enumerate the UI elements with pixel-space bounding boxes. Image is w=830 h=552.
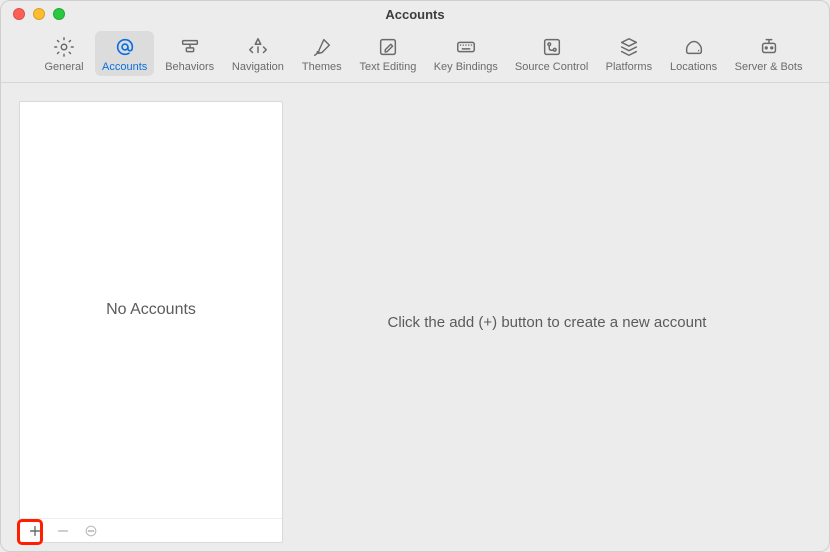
robot-icon (758, 35, 780, 59)
accounts-list-panel: No Accounts (19, 101, 283, 543)
tab-behaviors[interactable]: Behaviors (158, 31, 221, 76)
stack-icon (618, 35, 640, 59)
tab-label: Key Bindings (434, 61, 498, 73)
tab-text-editing[interactable]: Text Editing (353, 31, 423, 76)
content-area: No Accounts Click the add (+) button to … (1, 83, 829, 552)
account-detail-panel: Click the add (+) button to create a new… (283, 101, 811, 543)
tab-server-bots[interactable]: Server & Bots (728, 31, 809, 76)
tab-label: Platforms (606, 61, 652, 73)
gear-icon (53, 35, 75, 59)
tab-label: Themes (302, 61, 342, 73)
tab-platforms[interactable]: Platforms (599, 31, 659, 76)
titlebar: Accounts (1, 1, 829, 27)
disk-icon (683, 35, 705, 59)
tab-label: Accounts (102, 61, 147, 73)
tab-source-control[interactable]: Source Control (509, 31, 595, 76)
accounts-list: No Accounts (20, 102, 282, 518)
paintbrush-icon (311, 35, 333, 59)
behaviors-icon (179, 35, 201, 59)
tab-label: Source Control (515, 61, 588, 73)
window-controls (13, 8, 65, 20)
navigation-icon (247, 35, 269, 59)
pencil-square-icon (377, 35, 399, 59)
tab-label: General (44, 61, 83, 73)
minimize-window-button[interactable] (33, 8, 45, 20)
preferences-window: Accounts General Accounts Behaviors Na (0, 0, 830, 552)
tab-navigation[interactable]: Navigation (225, 31, 291, 76)
preferences-toolbar: General Accounts Behaviors Navigation Th (1, 27, 829, 83)
tab-accounts[interactable]: Accounts (95, 31, 154, 76)
at-sign-icon (114, 35, 136, 59)
empty-accounts-label: No Accounts (106, 301, 196, 319)
accounts-list-footer (20, 518, 282, 542)
account-actions-button[interactable] (82, 522, 100, 540)
zoom-window-button[interactable] (53, 8, 65, 20)
window-title: Accounts (1, 7, 829, 22)
tab-key-bindings[interactable]: Key Bindings (427, 31, 504, 76)
remove-account-button[interactable] (54, 522, 72, 540)
tab-label: Text Editing (359, 61, 416, 73)
source-control-icon (541, 35, 563, 59)
add-account-button[interactable] (26, 522, 44, 540)
tab-locations[interactable]: Locations (663, 31, 724, 76)
tab-label: Server & Bots (735, 61, 803, 73)
tab-label: Behaviors (165, 61, 214, 73)
empty-detail-prompt: Click the add (+) button to create a new… (388, 314, 707, 331)
tab-label: Locations (670, 61, 717, 73)
close-window-button[interactable] (13, 8, 25, 20)
keyboard-icon (455, 35, 477, 59)
tab-label: Navigation (232, 61, 284, 73)
tab-general[interactable]: General (37, 31, 91, 76)
tab-themes[interactable]: Themes (295, 31, 349, 76)
